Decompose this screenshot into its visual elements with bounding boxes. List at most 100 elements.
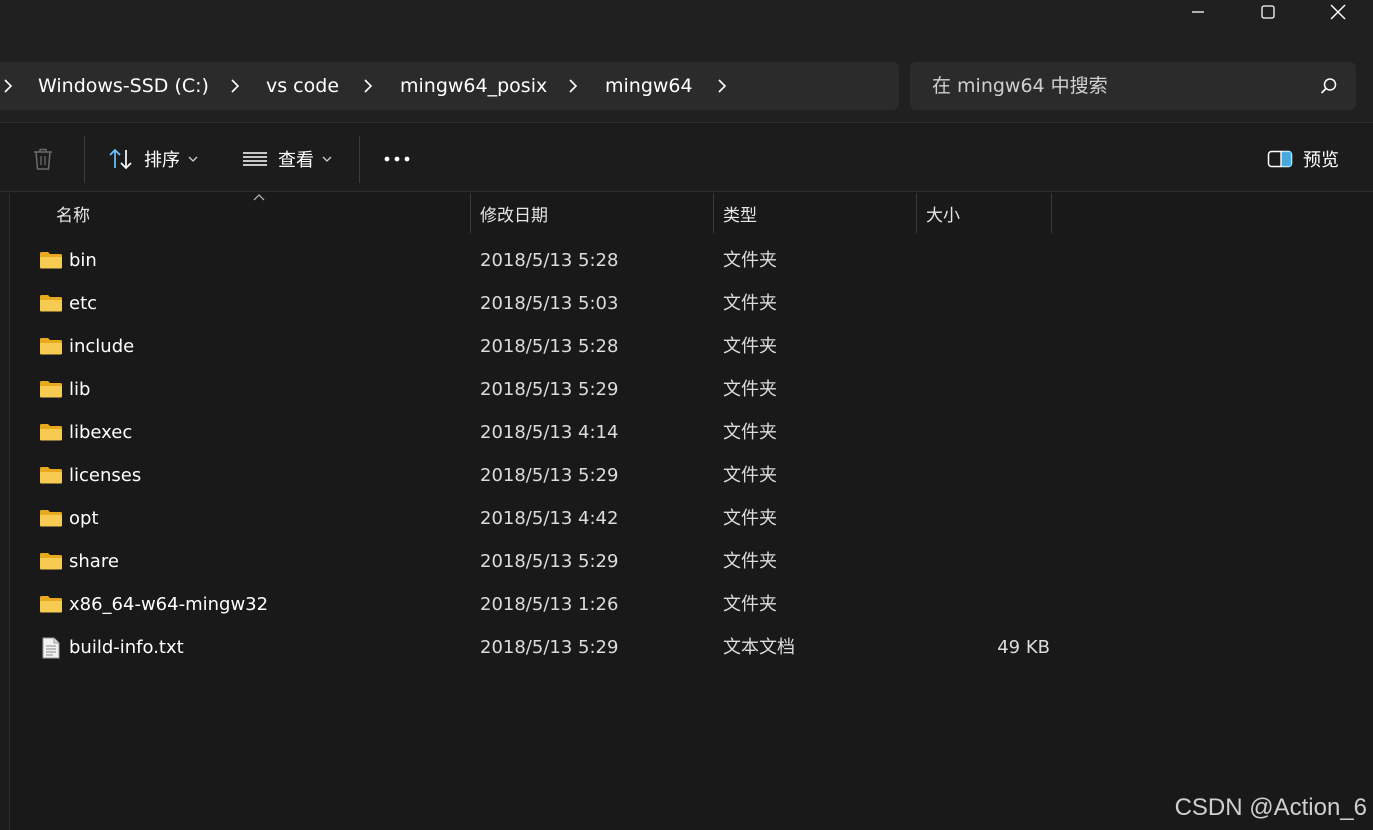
folder-icon (39, 336, 63, 360)
file-modified-date: 2018/5/13 5:29 (480, 637, 619, 658)
file-row[interactable]: bin 2018/5/13 5:28 文件夹 (30, 239, 1060, 282)
file-name: libexec (69, 422, 133, 443)
chevron-down-icon (188, 156, 198, 162)
more-options-button[interactable] (382, 145, 412, 173)
file-modified-date: 2018/5/13 4:42 (480, 508, 619, 529)
chevron-right-icon (4, 79, 13, 93)
command-bar: 排序 查看 预览 (0, 122, 1373, 192)
file-row[interactable]: build-info.txt 2018/5/13 5:29 文本文档 49 KB (30, 626, 1060, 669)
file-modified-date: 2018/5/13 5:03 (480, 293, 619, 314)
folder-icon (39, 594, 63, 618)
file-type: 文件夹 (723, 551, 777, 572)
chevron-right-icon[interactable] (567, 77, 579, 95)
file-row[interactable]: etc 2018/5/13 5:03 文件夹 (30, 282, 1060, 325)
file-name: x86_64-w64-mingw32 (69, 594, 269, 615)
column-divider[interactable] (1051, 193, 1052, 233)
search-box[interactable]: 在 mingw64 中搜索 (910, 62, 1356, 110)
chevron-right-icon[interactable] (229, 77, 241, 95)
folder-icon (39, 379, 63, 403)
file-name: licenses (69, 465, 142, 486)
column-header-modified[interactable]: 修改日期 (480, 193, 548, 233)
file-type: 文件夹 (723, 422, 777, 443)
breadcrumb-item-drive[interactable]: Windows-SSD (C:) (38, 74, 209, 98)
file-modified-date: 2018/5/13 5:29 (480, 551, 619, 572)
preview-pane-button[interactable]: 预览 (1267, 145, 1339, 173)
toolbar-divider (84, 136, 85, 183)
folder-icon (39, 508, 63, 532)
breadcrumb-item-mingw64-posix[interactable]: mingw64_posix (400, 74, 547, 98)
breadcrumb[interactable]: Windows-SSD (C:) vs code mingw64_posix m… (0, 62, 899, 110)
file-type: 文件夹 (723, 508, 777, 529)
delete-button[interactable] (32, 145, 54, 173)
file-name: lib (69, 379, 91, 400)
file-size: 49 KB (997, 637, 1050, 658)
view-button[interactable]: 查看 (242, 145, 332, 173)
breadcrumb-item-vscode[interactable]: vs code (266, 74, 339, 98)
column-header-size[interactable]: 大小 (926, 193, 960, 233)
chevron-right-icon[interactable] (716, 77, 728, 95)
title-bar (0, 0, 1373, 48)
navigation-pane-edge[interactable] (0, 193, 10, 830)
column-divider[interactable] (470, 193, 471, 233)
search-icon[interactable] (1320, 77, 1338, 95)
text-file-icon (39, 637, 63, 663)
file-row[interactable]: libexec 2018/5/13 4:14 文件夹 (30, 411, 1060, 454)
file-type: 文本文档 (723, 637, 795, 658)
file-name: include (69, 336, 135, 357)
folder-icon (39, 465, 63, 489)
folder-icon (39, 250, 63, 274)
watermark: CSDN @Action_6 (1174, 794, 1367, 821)
file-modified-date: 2018/5/13 5:29 (480, 465, 619, 486)
column-header-name[interactable]: 名称 (56, 193, 90, 233)
close-button[interactable] (1303, 0, 1373, 24)
maximize-button[interactable] (1233, 0, 1303, 24)
list-view-icon (243, 152, 267, 166)
preview-pane-icon (1267, 150, 1293, 168)
toolbar-divider (359, 136, 360, 183)
sort-ascending-icon (253, 194, 265, 201)
file-row[interactable]: include 2018/5/13 5:28 文件夹 (30, 325, 1060, 368)
file-name: build-info.txt (69, 637, 184, 658)
file-type: 文件夹 (723, 250, 777, 271)
more-icon (384, 156, 410, 162)
search-input[interactable]: 在 mingw64 中搜索 (932, 74, 1108, 98)
file-name: etc (69, 293, 98, 314)
chevron-down-icon (322, 156, 332, 162)
file-type: 文件夹 (723, 594, 777, 615)
sort-icon (109, 148, 132, 170)
trash-icon (34, 148, 52, 170)
folder-icon (39, 551, 63, 575)
file-modified-date: 2018/5/13 1:26 (480, 594, 619, 615)
file-type: 文件夹 (723, 293, 777, 314)
file-row[interactable]: lib 2018/5/13 5:29 文件夹 (30, 368, 1060, 411)
file-name: bin (69, 250, 97, 271)
folder-icon (39, 293, 63, 317)
file-name: opt (69, 508, 99, 529)
file-type: 文件夹 (723, 336, 777, 357)
file-modified-date: 2018/5/13 4:14 (480, 422, 619, 443)
folder-icon (39, 422, 63, 446)
file-row[interactable]: share 2018/5/13 5:29 文件夹 (30, 540, 1060, 583)
column-divider[interactable] (713, 193, 714, 233)
column-header-type[interactable]: 类型 (723, 193, 757, 233)
file-row[interactable]: x86_64-w64-mingw32 2018/5/13 1:26 文件夹 (30, 583, 1060, 626)
breadcrumb-item-mingw64[interactable]: mingw64 (605, 74, 693, 98)
column-divider[interactable] (916, 193, 917, 233)
file-row[interactable]: opt 2018/5/13 4:42 文件夹 (30, 497, 1060, 540)
minimize-button[interactable] (1163, 0, 1233, 24)
file-row[interactable]: licenses 2018/5/13 5:29 文件夹 (30, 454, 1060, 497)
preview-label: 预览 (1303, 150, 1339, 171)
file-modified-date: 2018/5/13 5:28 (480, 336, 619, 357)
file-modified-date: 2018/5/13 5:29 (480, 379, 619, 400)
file-name: share (69, 551, 119, 572)
file-modified-date: 2018/5/13 5:28 (480, 250, 619, 271)
file-type: 文件夹 (723, 465, 777, 486)
sort-label: 排序 (144, 150, 180, 171)
file-type: 文件夹 (723, 379, 777, 400)
maximize-icon (1261, 5, 1275, 19)
minimize-icon (1192, 11, 1204, 13)
close-icon (1330, 4, 1346, 20)
sort-button[interactable]: 排序 (108, 145, 198, 173)
chevron-right-icon[interactable] (362, 77, 374, 95)
view-label: 查看 (278, 150, 314, 171)
